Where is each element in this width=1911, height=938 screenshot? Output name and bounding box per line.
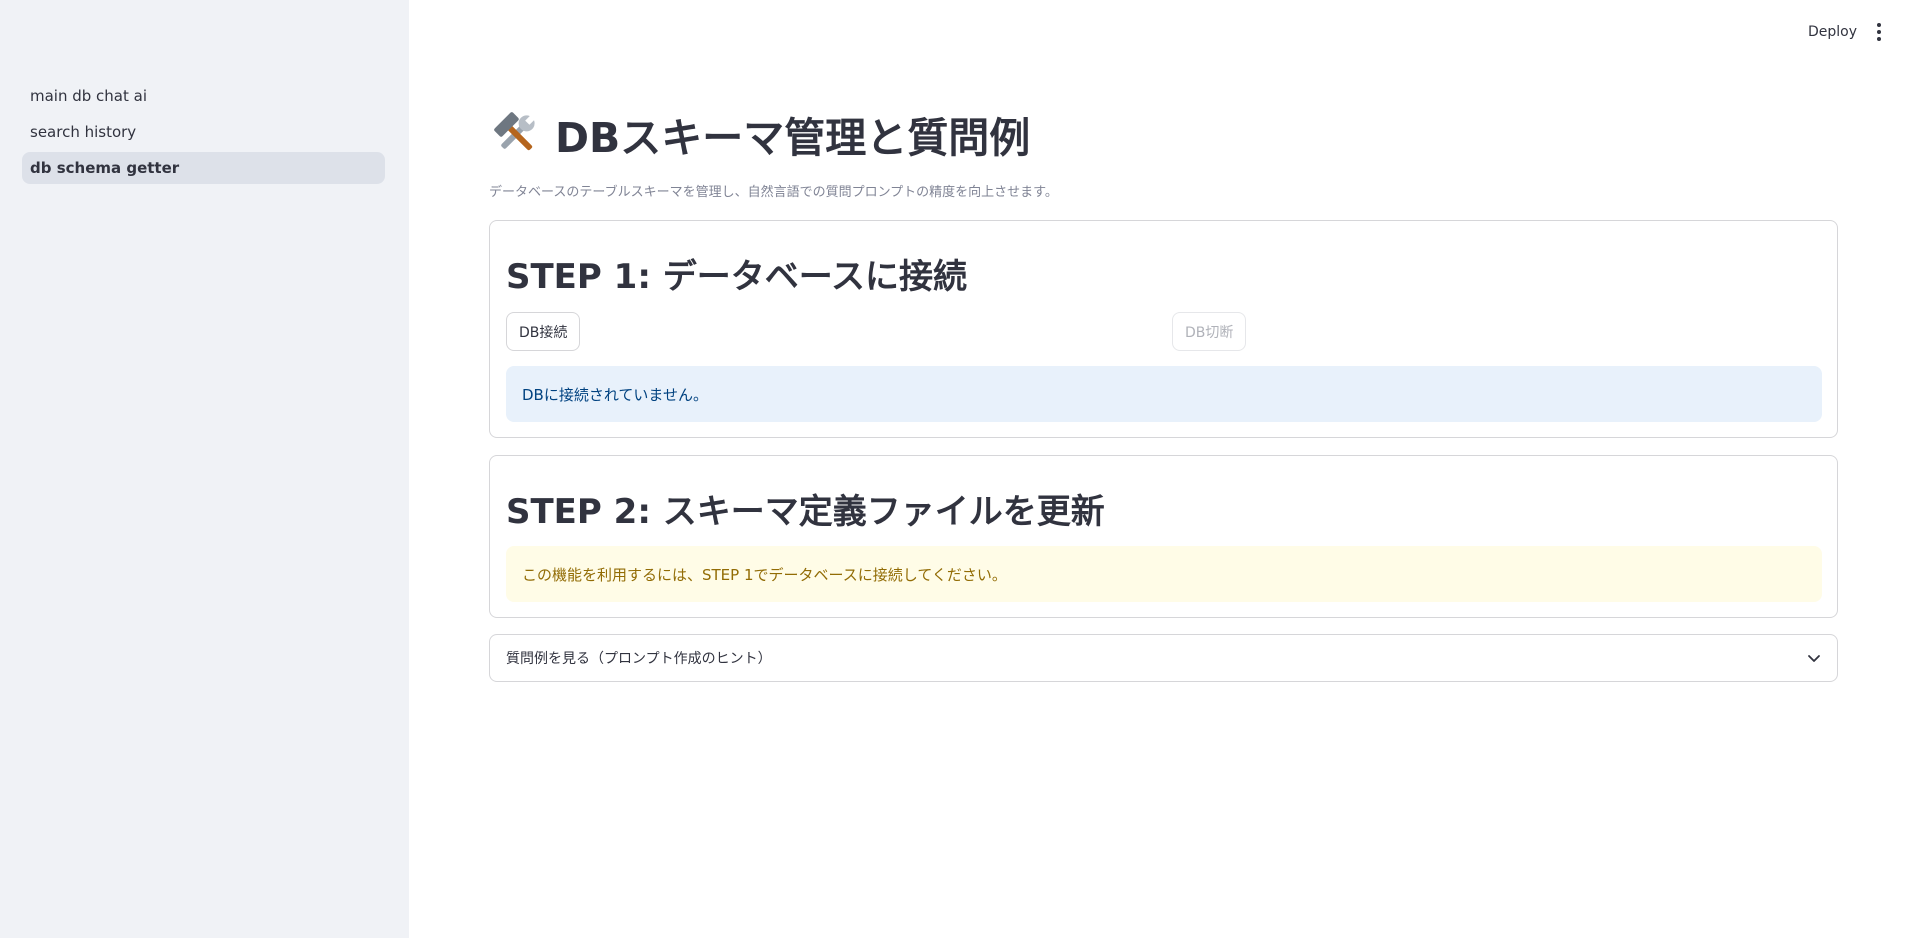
expander-label: 質問例を見る（プロンプト作成のヒント） — [506, 651, 772, 667]
page-title: DBスキーマ管理と質問例 — [491, 106, 1030, 162]
sidebar-item-label: search history — [30, 123, 137, 141]
info-alert: DBに接続されていません。 — [506, 366, 1822, 422]
step1-heading: STEP 1: データベースに接続 — [506, 257, 968, 297]
page-subtitle: データベースのテーブルスキーマを管理し、自然言語での質問プロンプトの精度を向上さ… — [489, 185, 1058, 200]
step1-card: STEP 1: データベースに接続 DB接続 DB切断 DBに接続されていません… — [489, 220, 1838, 438]
hammer-and-wrench-icon — [494, 112, 536, 151]
vertical-dots-icon[interactable] — [1871, 20, 1887, 44]
step2-card: STEP 2: スキーマ定義ファイルを更新 この機能を利用するには、STEP 1… — [489, 455, 1838, 618]
sidebar-nav: main db chat ai search history db schema… — [22, 80, 385, 188]
deploy-label: Deploy — [1808, 24, 1858, 40]
warning-alert: この機能を利用するには、STEP 1でデータベースに接続してください。 — [506, 546, 1822, 602]
sidebar-item-label: main db chat ai — [30, 87, 148, 105]
question-examples-expander[interactable]: 質問例を見る（プロンプト作成のヒント） — [489, 634, 1838, 682]
sidebar: main db chat ai search history db schema… — [0, 0, 409, 938]
sidebar-item-label: db schema getter — [30, 159, 180, 177]
warning-alert-text: この機能を利用するには、STEP 1でデータベースに接続してください。 — [522, 565, 1007, 584]
sidebar-item-db-schema-getter[interactable]: db schema getter — [22, 152, 385, 184]
page-title-text: DBスキーマ管理と質問例 — [555, 114, 1031, 162]
db-connect-button[interactable]: DB接続 — [506, 312, 581, 351]
sidebar-item-search-history[interactable]: search history — [22, 116, 385, 148]
chevron-down-icon — [1808, 655, 1820, 662]
info-alert-text: DBに接続されていません。 — [522, 385, 708, 404]
deploy-button[interactable]: Deploy — [1808, 20, 1857, 44]
db-disconnect-button[interactable]: DB切断 — [1172, 312, 1247, 351]
sidebar-item-main-db-chat-ai[interactable]: main db chat ai — [22, 80, 385, 112]
step2-heading: STEP 2: スキーマ定義ファイルを更新 — [506, 492, 1105, 532]
